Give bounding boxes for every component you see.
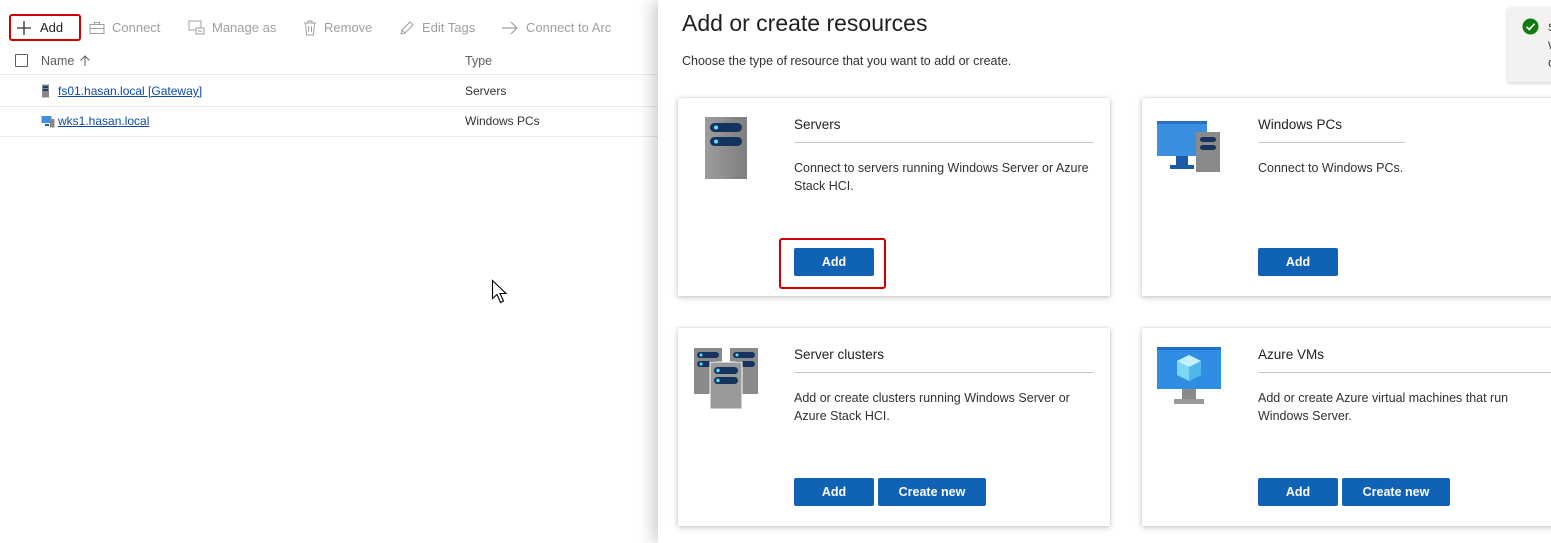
- server-icon: [42, 84, 49, 98]
- connect-to-arc-label: Connect to Arc: [526, 20, 612, 35]
- success-check-icon: [1522, 18, 1539, 35]
- azure-vms-create-new-button[interactable]: Create new: [1342, 478, 1450, 506]
- card-divider: [1258, 372, 1551, 373]
- table-row[interactable]: wks1.hasan.local Windows PCs: [0, 106, 658, 137]
- card-divider: [794, 142, 1094, 143]
- resource-list-pane: Add Connect Manage as Remove Edit Tags C…: [0, 0, 658, 543]
- card-title: Servers: [794, 117, 841, 132]
- edit-tags-label: Edit Tags: [422, 20, 476, 35]
- card-description: Add or create clusters running Windows S…: [794, 391, 1070, 423]
- add-button-label: Add: [40, 20, 64, 35]
- connect-button[interactable]: Connect: [89, 14, 160, 41]
- azure-vms-add-button[interactable]: Add: [1258, 478, 1338, 506]
- card-divider: [1258, 142, 1405, 143]
- card-title: Windows PCs: [1258, 117, 1343, 132]
- sort-ascending-icon: [80, 55, 91, 66]
- table-header: Name Type: [0, 48, 658, 75]
- connect-button-label: Connect: [112, 20, 161, 35]
- manage-as-button[interactable]: Manage as: [188, 14, 276, 41]
- resource-name-link[interactable]: wks1.hasan.local: [58, 114, 149, 128]
- resource-name-link[interactable]: fs01.hasan.local [Gateway]: [58, 84, 202, 98]
- toolbar: Add Connect Manage as Remove Edit Tags C…: [0, 0, 658, 54]
- add-button[interactable]: Add: [9, 14, 81, 41]
- resource-type: Servers: [465, 84, 507, 98]
- column-type-header[interactable]: Type: [465, 54, 492, 68]
- azure-vms-card: Azure VMs Add or create Azure virtual ma…: [1142, 328, 1551, 526]
- connect-to-arc-button[interactable]: Connect to Arc: [501, 14, 611, 41]
- servers-card: Servers Connect to servers running Windo…: [678, 98, 1110, 296]
- briefcase-icon: [89, 21, 105, 34]
- card-title: Azure VMs: [1258, 347, 1325, 362]
- column-name-label: Name: [41, 54, 75, 68]
- windows-pc-icon: [1157, 121, 1220, 172]
- card-title: Server clusters: [794, 347, 885, 362]
- card-description: Connect to Windows PCs.: [1258, 161, 1404, 175]
- select-all-checkbox[interactable]: [15, 54, 28, 67]
- add-resources-panel: Add or create resources Choose the type …: [658, 0, 1551, 543]
- card-divider: [794, 372, 1094, 373]
- manage-as-label: Manage as: [212, 20, 277, 35]
- card-description: Connect to servers running Windows Serve…: [794, 161, 1089, 193]
- column-name-header[interactable]: Name: [41, 54, 91, 68]
- servers-add-button[interactable]: Add: [794, 248, 874, 276]
- windows-pcs-add-button[interactable]: Add: [1258, 248, 1338, 276]
- remove-button-label: Remove: [324, 20, 373, 35]
- server-tower-icon: [705, 117, 747, 179]
- mouse-cursor-icon: [491, 279, 508, 304]
- azure-vm-icon: [1157, 347, 1221, 404]
- clusters-add-button[interactable]: Add: [794, 478, 874, 506]
- windows-pcs-card: Windows PCs Connect to Windows PCs. Add: [1142, 98, 1551, 296]
- arrow-right-icon: [502, 21, 518, 34]
- remove-button[interactable]: Remove: [303, 14, 372, 41]
- edit-tags-button[interactable]: Edit Tags: [399, 14, 475, 41]
- panel-subtitle: Choose the type of resource that you wan…: [682, 54, 1012, 68]
- panel-title: Add or create resources: [682, 10, 928, 36]
- trash-icon: [304, 20, 316, 35]
- server-cluster-icon: [694, 348, 758, 410]
- clusters-create-new-button[interactable]: Create new: [878, 478, 986, 506]
- notification-toast[interactable]: S W C: [1508, 8, 1551, 82]
- pc-icon: [41, 115, 55, 127]
- pencil-icon: [400, 20, 414, 35]
- manage-as-icon: [188, 20, 205, 35]
- resource-type: Windows PCs: [465, 114, 540, 128]
- plus-icon: [17, 20, 31, 35]
- table-row[interactable]: fs01.hasan.local [Gateway] Servers: [0, 76, 658, 107]
- card-description: Add or create Azure virtual machines tha…: [1258, 391, 1509, 423]
- server-clusters-card: Server clusters Add or create clusters r…: [678, 328, 1110, 526]
